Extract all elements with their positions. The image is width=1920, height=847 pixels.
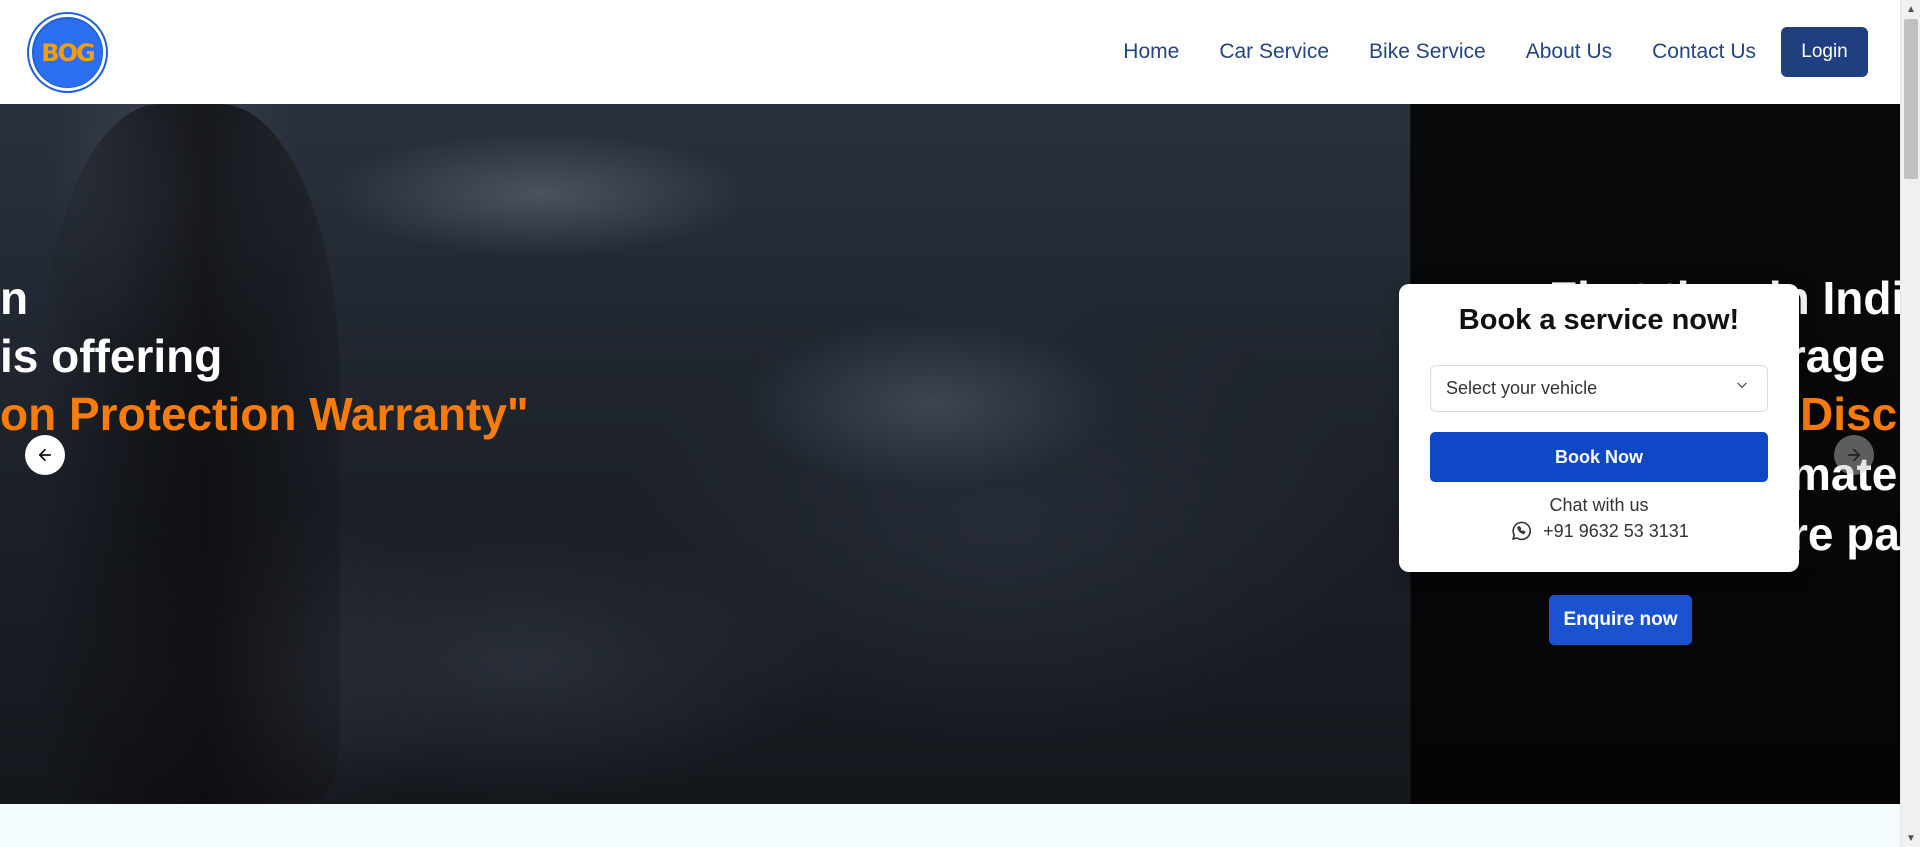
vehicle-select[interactable]: Select your vehicle xyxy=(1430,365,1768,412)
scroll-down-icon[interactable]: ▼ xyxy=(1901,829,1920,847)
hero-right-line-5: re pa xyxy=(1790,508,1900,560)
vehicle-select-placeholder: Select your vehicle xyxy=(1446,378,1598,398)
nav-about-us[interactable]: About Us xyxy=(1526,40,1612,64)
arrow-left-icon xyxy=(38,448,52,462)
booking-card: Book a service now! Select your vehicle … xyxy=(1399,284,1799,572)
logo-text: BOG xyxy=(33,18,102,87)
scroll-thumb[interactable] xyxy=(1904,19,1918,179)
phone-number: +91 9632 53 3131 xyxy=(1543,520,1689,541)
login-button[interactable]: Login xyxy=(1781,27,1868,77)
main-nav: Home Car Service Bike Service About Us C… xyxy=(1123,0,1900,104)
scroll-up-icon[interactable]: ▲ xyxy=(1901,0,1920,18)
brand-logo[interactable]: BOG xyxy=(29,14,106,91)
gear-shifter-shadow xyxy=(40,104,340,804)
arrow-right-icon xyxy=(1847,448,1861,462)
chevron-down-icon xyxy=(1737,382,1747,388)
nav-home[interactable]: Home xyxy=(1123,40,1179,64)
carousel-next-button[interactable] xyxy=(1834,435,1874,475)
chat-label: Chat with us xyxy=(1549,495,1649,515)
whatsapp-contact[interactable]: +91 9632 53 3131 xyxy=(1399,519,1799,543)
next-section xyxy=(0,804,1900,847)
nav-car-service[interactable]: Car Service xyxy=(1219,40,1329,64)
nav-contact-us[interactable]: Contact Us xyxy=(1652,40,1756,64)
carousel-prev-button[interactable] xyxy=(25,435,65,475)
hero-left-line-2: is offering xyxy=(0,330,223,382)
booking-title: Book a service now! xyxy=(1458,304,1740,336)
hero-slide-image xyxy=(0,104,1410,804)
page-scrollbar[interactable]: ▲ ▼ xyxy=(1900,0,1920,847)
hero-right-line-3: Disc xyxy=(1800,388,1898,440)
hero-left-line-1: n xyxy=(0,272,29,324)
nav-bike-service[interactable]: Bike Service xyxy=(1369,40,1486,64)
navbar: BOG Home Car Service Bike Service About … xyxy=(0,0,1900,104)
whatsapp-icon xyxy=(1512,521,1532,541)
book-now-button[interactable]: Book Now xyxy=(1430,432,1768,482)
enquire-now-button[interactable]: Enquire now xyxy=(1549,595,1692,645)
hero-left-line-3: on Protection Warranty" xyxy=(0,388,529,440)
